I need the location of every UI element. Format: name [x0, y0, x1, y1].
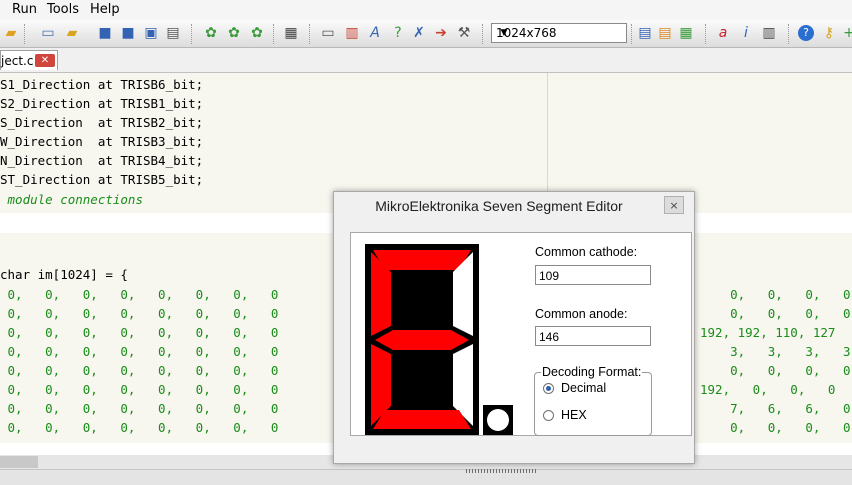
array-row: 192, 192, 110, 127 [700, 325, 836, 340]
toolbar-separator [24, 24, 27, 44]
toolbar-separator [309, 24, 312, 44]
array-row: 0, 0, 0, 0, 0, 0, 0, 0 [0, 363, 279, 378]
open-folder-icon[interactable]: ▰ [2, 24, 20, 42]
array-row: 0, 0, 0, 0 [700, 287, 851, 302]
layout-icon-3[interactable]: ▦ [677, 24, 695, 42]
toolbar-separator [482, 24, 485, 44]
common-anode-label: Common anode: [535, 307, 628, 321]
array-row: 0, 0, 0, 0, 0, 0, 0, 0 [0, 306, 279, 321]
layout-icon-1[interactable]: ▤ [636, 24, 654, 42]
toolbar-separator [273, 24, 276, 44]
print-icon[interactable]: ▤ [164, 24, 182, 42]
tab-label: ject.c [1, 54, 34, 68]
close-icon[interactable]: × [664, 196, 684, 214]
tab-project-c[interactable]: ject.c ✕ [0, 50, 58, 70]
code-line: char im[1024] = { [0, 267, 128, 282]
ascii-chart-icon[interactable]: A [366, 24, 384, 42]
statistics-icon[interactable]: ▥ [760, 24, 778, 42]
usart-icon[interactable]: ✗ [410, 24, 428, 42]
hex-radio[interactable] [543, 410, 554, 421]
scrollbar-thumb[interactable] [0, 456, 38, 468]
array-row: 0, 0, 0, 0, 0, 0, 0, 0 [0, 382, 279, 397]
code-line: W_Direction at TRISB3_bit; [0, 134, 204, 149]
print-preview-icon[interactable]: ▣ [142, 24, 160, 42]
resolution-select[interactable]: 1024x768 ▼ [491, 23, 627, 43]
build-all-icon[interactable]: ✿ [225, 24, 243, 42]
array-row: 0, 0, 0, 0, 0, 0, 0, 0 [0, 325, 279, 340]
seven-segment-display [365, 244, 513, 435]
build-project-icon[interactable]: ✿ [248, 24, 266, 42]
toolbar-separator [705, 24, 708, 44]
common-cathode-label: Common cathode: [535, 245, 638, 259]
segment-dp[interactable] [487, 409, 509, 431]
dialog-title: MikroElektronika Seven Segment Editor [375, 198, 623, 214]
array-row: 0, 0, 0, 0 [700, 363, 851, 378]
toolbar-separator [191, 24, 194, 44]
array-row: 0, 0, 0, 0, 0, 0, 0, 0 [0, 287, 279, 302]
array-row: 0, 0, 0, 0, 0, 0, 0, 0 [0, 344, 279, 359]
array-row: 0, 0, 0, 0, 0, 0, 0, 0 [0, 401, 279, 416]
help-question-icon[interactable]: ? [389, 24, 407, 42]
decoding-format-label: Decoding Format: [541, 365, 643, 379]
array-row: 7, 6, 6, 0 [700, 401, 851, 416]
segment-a[interactable] [373, 250, 471, 270]
toolbar-separator [631, 24, 634, 44]
help-icon[interactable]: ? [798, 25, 814, 41]
array-row: 0, 0, 0, 0 [700, 306, 851, 321]
save-all-icon[interactable]: ■ [119, 24, 137, 42]
add-icon[interactable]: + [840, 24, 852, 42]
font-icon[interactable]: a [714, 24, 732, 42]
toolbar-separator [788, 24, 791, 44]
array-row: 3, 3, 3, 3 [700, 344, 851, 359]
array-row: 0, 0, 0, 0 [700, 420, 851, 435]
tools-icon[interactable]: ⚒ [455, 24, 473, 42]
build-icon[interactable]: ✿ [202, 24, 220, 42]
hex-label: HEX [561, 408, 587, 422]
decimal-label: Decimal [561, 381, 607, 395]
lcd-editor-icon[interactable]: ▥ [343, 24, 361, 42]
segment-g[interactable] [375, 330, 469, 350]
menu-tools[interactable]: Tools [47, 2, 79, 17]
programmer-icon[interactable]: ▦ [282, 24, 300, 42]
open-file-icon[interactable]: ▰ [63, 24, 81, 42]
code-comment: module connections [0, 192, 143, 207]
key-icon[interactable]: ⚷ [820, 24, 838, 42]
code-line: ST_Direction at TRISB5_bit; [0, 172, 204, 187]
code-line: S_Direction at TRISB2_bit; [0, 115, 204, 130]
export-icon[interactable]: ➔ [432, 24, 450, 42]
common-anode-field[interactable]: 146 [535, 326, 651, 346]
chevron-down-icon[interactable]: ▼ [496, 24, 512, 42]
menu-help[interactable]: Help [90, 2, 120, 17]
tab-bar: ject.c ✕ [0, 48, 852, 73]
splitter-grip[interactable] [466, 469, 538, 473]
layout-icon-2[interactable]: ▤ [656, 24, 674, 42]
code-line: S1_Direction at TRISB6_bit; [0, 77, 204, 92]
close-icon[interactable]: ✕ [35, 54, 55, 67]
common-cathode-field[interactable]: 109 [535, 265, 651, 285]
new-file-icon[interactable]: ▭ [39, 24, 57, 42]
decimal-radio[interactable] [543, 383, 554, 394]
menu-bar: Run Tools Help [0, 0, 852, 20]
code-line: S2_Direction at TRISB1_bit; [0, 96, 204, 111]
toolbar: ▰ ▭ ▰ ■ ■ ▣ ▤ ✿ ✿ ✿ ▦ ▭ ▥ A ? ✗ ➔ ⚒ ▤ ▤ … [0, 20, 852, 48]
terminal-icon[interactable]: ▭ [319, 24, 337, 42]
array-row: 192, 0, 0, 0 [700, 382, 836, 397]
segment-d[interactable] [373, 410, 471, 429]
menu-run[interactable]: Run [12, 2, 37, 17]
info-icon[interactable]: i [737, 24, 755, 42]
code-line: N_Direction at TRISB4_bit; [0, 153, 204, 168]
status-bar [0, 469, 852, 485]
array-row: 0, 0, 0, 0, 0, 0, 0, 0 [0, 420, 279, 435]
save-icon[interactable]: ■ [96, 24, 114, 42]
